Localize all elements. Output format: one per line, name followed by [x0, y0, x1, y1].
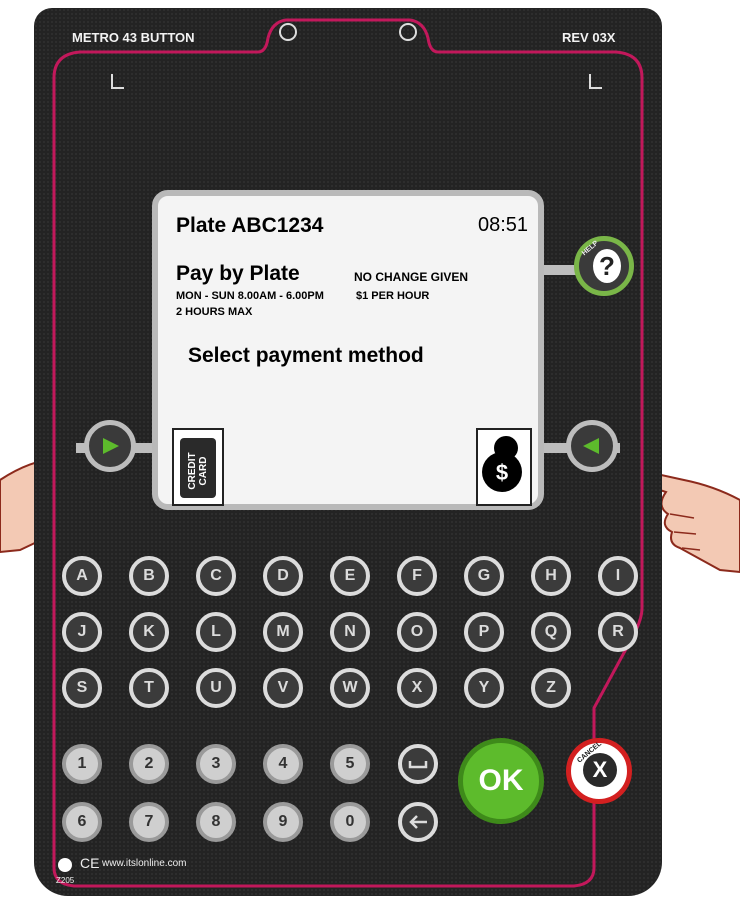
key-l[interactable]: L: [196, 612, 236, 652]
ok-button[interactable]: OK: [458, 738, 544, 824]
cash-option[interactable]: $: [476, 428, 532, 506]
key-0[interactable]: 0: [330, 802, 370, 842]
key-x[interactable]: X: [397, 668, 437, 708]
key-9[interactable]: 9: [263, 802, 303, 842]
hours-info: MON - SUN 8.00AM - 6.00PM: [176, 290, 324, 302]
plate-number: Plate ABC1234: [176, 214, 324, 237]
key-3[interactable]: 3: [196, 744, 236, 784]
key-i[interactable]: I: [598, 556, 638, 596]
change-note: NO CHANGE GIVEN: [354, 270, 469, 284]
space-icon: [408, 761, 428, 769]
key-b[interactable]: B: [129, 556, 169, 596]
key-a[interactable]: A: [62, 556, 102, 596]
key-q[interactable]: Q: [531, 612, 571, 652]
model-label: METRO 43 BUTTON: [72, 30, 195, 45]
mode-title: Pay by Plate: [176, 262, 300, 285]
key-h[interactable]: H: [531, 556, 571, 596]
key-f[interactable]: F: [397, 556, 437, 596]
website-label: www.itslonline.com: [102, 858, 187, 869]
right-select-button[interactable]: [566, 420, 618, 472]
key-t[interactable]: T: [129, 668, 169, 708]
coin-icon: $: [482, 436, 522, 492]
revision-label: REV 03X: [562, 30, 616, 45]
key-k[interactable]: K: [129, 612, 169, 652]
key-2[interactable]: 2: [129, 744, 169, 784]
key-u[interactable]: U: [196, 668, 236, 708]
key-c[interactable]: C: [196, 556, 236, 596]
payment-prompt: Select payment method: [188, 344, 424, 367]
itsl-logo-icon: [58, 858, 72, 872]
key-7[interactable]: 7: [129, 802, 169, 842]
key-d[interactable]: D: [263, 556, 303, 596]
key-w[interactable]: W: [330, 668, 370, 708]
key-s[interactable]: S: [62, 668, 102, 708]
left-select-button[interactable]: [84, 420, 136, 472]
key-1[interactable]: 1: [62, 744, 102, 784]
credit-card-text: CREDIT CARD: [187, 452, 209, 490]
key-r[interactable]: R: [598, 612, 638, 652]
key-v[interactable]: V: [263, 668, 303, 708]
arrow-right-icon: [103, 438, 119, 454]
key-4[interactable]: 4: [263, 744, 303, 784]
clock: 08:51: [478, 214, 529, 236]
backspace-icon: [409, 815, 427, 829]
max-info: 2 HOURS MAX: [176, 306, 253, 318]
key-6[interactable]: 6: [62, 802, 102, 842]
question-icon: ?: [593, 249, 621, 283]
ce-mark: CE: [80, 855, 100, 871]
cancel-button[interactable]: CANCEL X: [566, 738, 632, 804]
key-backspace[interactable]: [398, 802, 438, 842]
help-button[interactable]: HELP ?: [574, 236, 634, 296]
key-p[interactable]: P: [464, 612, 504, 652]
arrow-left-icon: [583, 438, 599, 454]
credit-card-option[interactable]: CREDIT CARD: [172, 428, 224, 506]
key-space[interactable]: [398, 744, 438, 784]
key-g[interactable]: G: [464, 556, 504, 596]
key-n[interactable]: N: [330, 612, 370, 652]
key-y[interactable]: Y: [464, 668, 504, 708]
key-8[interactable]: 8: [196, 802, 236, 842]
key-o[interactable]: O: [397, 612, 437, 652]
key-m[interactable]: M: [263, 612, 303, 652]
rate-info: $1 PER HOUR: [356, 290, 430, 302]
key-z[interactable]: Z: [531, 668, 571, 708]
cancel-x-icon: X: [583, 753, 617, 787]
key-e[interactable]: E: [330, 556, 370, 596]
key-5[interactable]: 5: [330, 744, 370, 784]
svg-text:$: $: [496, 460, 508, 485]
key-j[interactable]: J: [62, 612, 102, 652]
display-screen: Plate ABC1234 08:51 Pay by Plate NO CHAN…: [152, 190, 544, 510]
device-code: Z205: [56, 876, 75, 885]
credit-card-icon: CREDIT CARD: [180, 438, 216, 498]
